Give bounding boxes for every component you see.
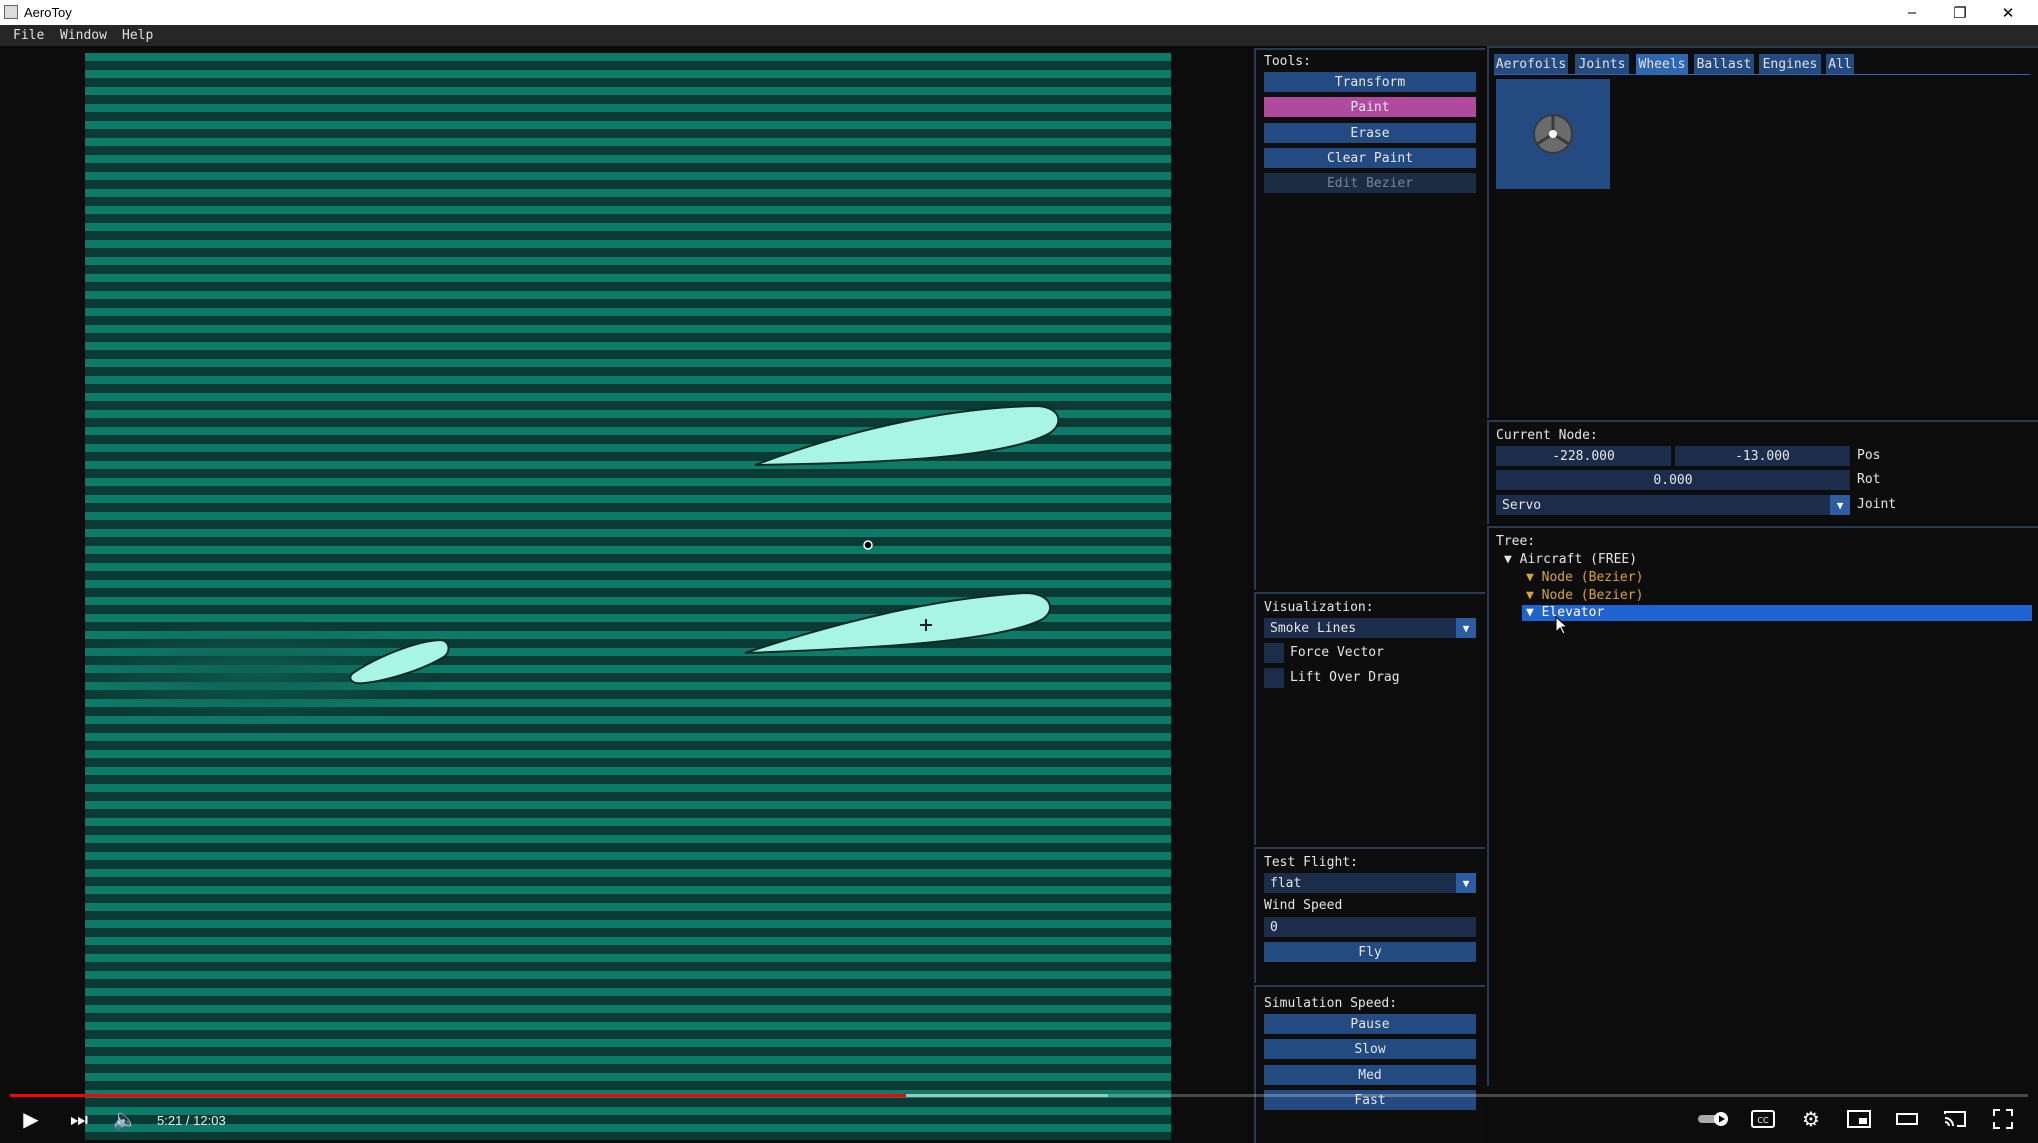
visualization-mode: Smoke Lines [1270,620,1357,636]
app-icon [4,5,18,19]
cast-icon[interactable] [1940,1106,1970,1132]
tree-node-label: Node (Bezier) [1541,588,1644,603]
wheel-part-tile[interactable] [1496,79,1610,189]
lift-over-drag-checkbox[interactable] [1264,668,1284,688]
clear-paint-button[interactable]: Clear Paint [1264,148,1476,168]
expand-arrow-icon: ▼ [1526,570,1542,585]
transform-button[interactable]: Transform [1264,72,1476,92]
tab-joints[interactable]: Joints [1575,54,1629,74]
wheel-icon [1533,114,1573,154]
fly-button[interactable]: Fly [1264,942,1476,962]
tab-ballast[interactable]: Ballast [1694,54,1754,74]
tab-wheels[interactable]: Wheels [1636,54,1688,74]
settings-icon[interactable]: ⚙ [1796,1106,1826,1132]
center-of-mass-icon [863,540,873,550]
tab-all[interactable]: All [1826,54,1854,74]
wind-speed-input[interactable]: 0 [1264,917,1476,937]
tab-engines[interactable]: Engines [1759,54,1821,74]
tree-panel: Tree: ▼ Aircraft (FREE) ▼ Node (Bezier) … [1487,526,2038,1086]
pos-label: Pos [1857,448,1881,463]
play-icon[interactable]: ▶ [16,1106,46,1132]
rot-label: Rot [1857,472,1881,487]
title-bar: AeroToy – ❐ ✕ [0,0,2038,25]
rot-input[interactable]: 0.000 [1496,470,1850,490]
visualization-dropdown[interactable]: Smoke Lines ▼ [1264,618,1476,638]
slow-button[interactable]: Slow [1264,1039,1476,1059]
expand-arrow-icon: ▼ [1526,588,1542,603]
tree-node-label: Node (Bezier) [1541,570,1644,585]
menu-file[interactable]: File [13,28,44,43]
dropdown-arrow-icon: ▼ [1456,873,1476,893]
miniplayer-icon[interactable] [1844,1106,1874,1132]
volume-icon[interactable]: 🔈 [110,1106,140,1132]
expand-arrow-icon: ▼ [1504,552,1520,567]
tools-label: Tools: [1264,54,1311,69]
lift-over-drag-label: Lift Over Drag [1290,670,1400,685]
visualization-label: Visualization: [1264,600,1374,615]
joint-dropdown[interactable]: Servo ▼ [1496,495,1850,515]
video-played-bar [10,1094,906,1097]
menu-window[interactable]: Window [60,28,107,43]
flight-profile-dropdown[interactable]: flat ▼ [1264,873,1476,893]
med-button[interactable]: Med [1264,1065,1476,1085]
paint-button[interactable]: Paint [1264,97,1476,117]
tree-node-aircraft[interactable]: ▼ Aircraft (FREE) [1504,552,1637,567]
pos-y-input[interactable]: -13.000 [1675,446,1850,466]
fast-button[interactable]: Fast [1264,1090,1476,1110]
test-flight-label: Test Flight: [1264,855,1358,870]
simulation-viewport[interactable] [85,53,1171,1140]
tools-panel: Tools: Transform Paint Erase Clear Paint… [1254,48,1485,590]
simulation-speed-label: Simulation Speed: [1264,996,1398,1011]
menu-help[interactable]: Help [122,28,153,43]
simulation-speed-panel: Simulation Speed: Pause Slow Med Fast [1254,985,1485,1143]
theater-mode-icon[interactable] [1892,1106,1922,1132]
autoplay-toggle-icon[interactable] [1695,1106,1733,1132]
svg-text:CC: CC [1757,1116,1769,1125]
force-vector-label: Force Vector [1290,645,1384,660]
minimize-button[interactable]: – [1889,0,1935,25]
menu-bar: File Window Help [0,25,2038,46]
fullscreen-icon[interactable] [1988,1106,2018,1132]
mouse-pointer-icon [1555,616,1569,635]
tree-node-bezier-2[interactable]: ▼ Node (Bezier) [1526,588,1643,603]
tree-node-label: Aircraft (FREE) [1519,552,1638,567]
joint-label: Joint [1857,497,1897,512]
wind-speed-label: Wind Speed [1264,898,1343,913]
joint-value: Servo [1502,497,1542,513]
edit-bezier-button[interactable]: Edit Bezier [1264,173,1476,193]
flight-profile-value: flat [1270,875,1302,891]
pause-button[interactable]: Pause [1264,1014,1476,1034]
captions-icon[interactable]: CC [1748,1106,1778,1132]
force-vector-checkbox[interactable] [1264,643,1284,663]
restore-button[interactable]: ❐ [1937,0,1983,25]
tree-label: Tree: [1496,534,1536,549]
next-icon[interactable]: ⏭ [64,1106,94,1132]
erase-button[interactable]: Erase [1264,123,1476,143]
expand-arrow-icon: ▼ [1526,605,1542,620]
dropdown-arrow-icon: ▼ [1830,495,1850,515]
video-time: 5:21 / 12:03 [157,1113,226,1128]
current-node-panel: Current Node: -228.000 -13.000 Pos 0.000… [1487,420,2038,524]
tree-node-elevator[interactable]: ▼ Elevator [1522,605,2032,621]
tree-node-label: Elevator [1541,605,1605,620]
test-flight-panel: Test Flight: flat ▼ Wind Speed 0 Fly [1254,847,1485,983]
visualization-panel: Visualization: Smoke Lines ▼ Force Vecto… [1254,592,1485,845]
window-title: AeroToy [24,5,72,20]
close-button[interactable]: ✕ [1985,0,2031,25]
tab-underline [1494,74,2030,75]
tab-aerofoils[interactable]: Aerofoils [1494,54,1568,74]
video-progress-bar[interactable] [10,1094,2028,1097]
dropdown-arrow-icon: ▼ [1456,618,1476,638]
pos-x-input[interactable]: -228.000 [1496,446,1671,466]
current-node-label: Current Node: [1496,428,1598,443]
tree-node-bezier-1[interactable]: ▼ Node (Bezier) [1526,570,1643,585]
